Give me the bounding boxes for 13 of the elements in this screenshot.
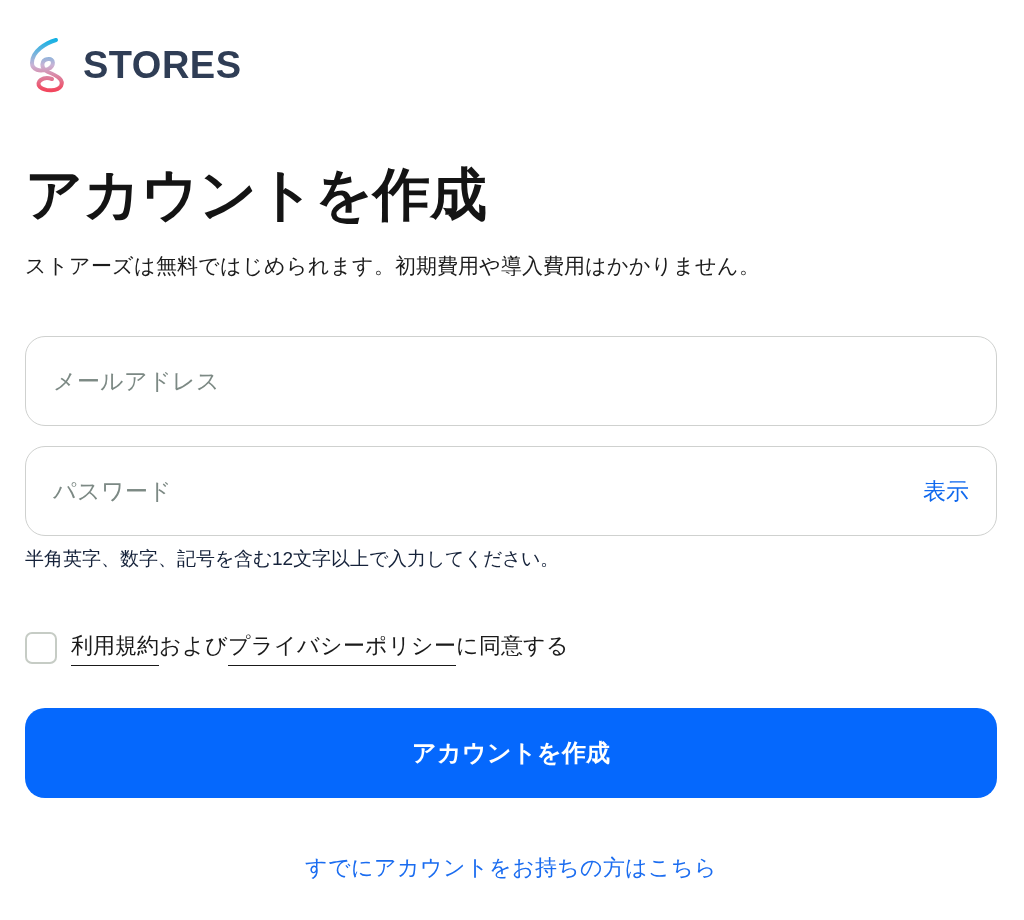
login-link[interactable]: すでにアカウントをお持ちの方はこちら <box>305 852 717 884</box>
agreement-checkbox[interactable] <box>25 632 57 664</box>
password-field[interactable]: パスワード 表示 <box>25 446 997 536</box>
create-account-button[interactable]: アカウントを作成 <box>25 708 997 798</box>
email-field[interactable]: メールアドレス <box>25 336 997 426</box>
privacy-policy-link[interactable]: プライバシーポリシー <box>228 631 456 666</box>
subtitle-text: ストアーズは無料ではじめられます。初期費用や導入費用はかかりません。 <box>25 253 761 279</box>
password-hint: 半角英字、数字、記号を含む12文字以上で入力してください。 <box>25 547 561 571</box>
show-password-button[interactable]: 表示 <box>923 479 969 503</box>
brand-name: STORES <box>83 46 242 84</box>
terms-link[interactable]: 利用規約 <box>71 631 159 666</box>
agreement-text: 利用規約およびプライバシーポリシーに同意する <box>71 630 569 666</box>
page-title: アカウントを作成 <box>25 161 488 228</box>
